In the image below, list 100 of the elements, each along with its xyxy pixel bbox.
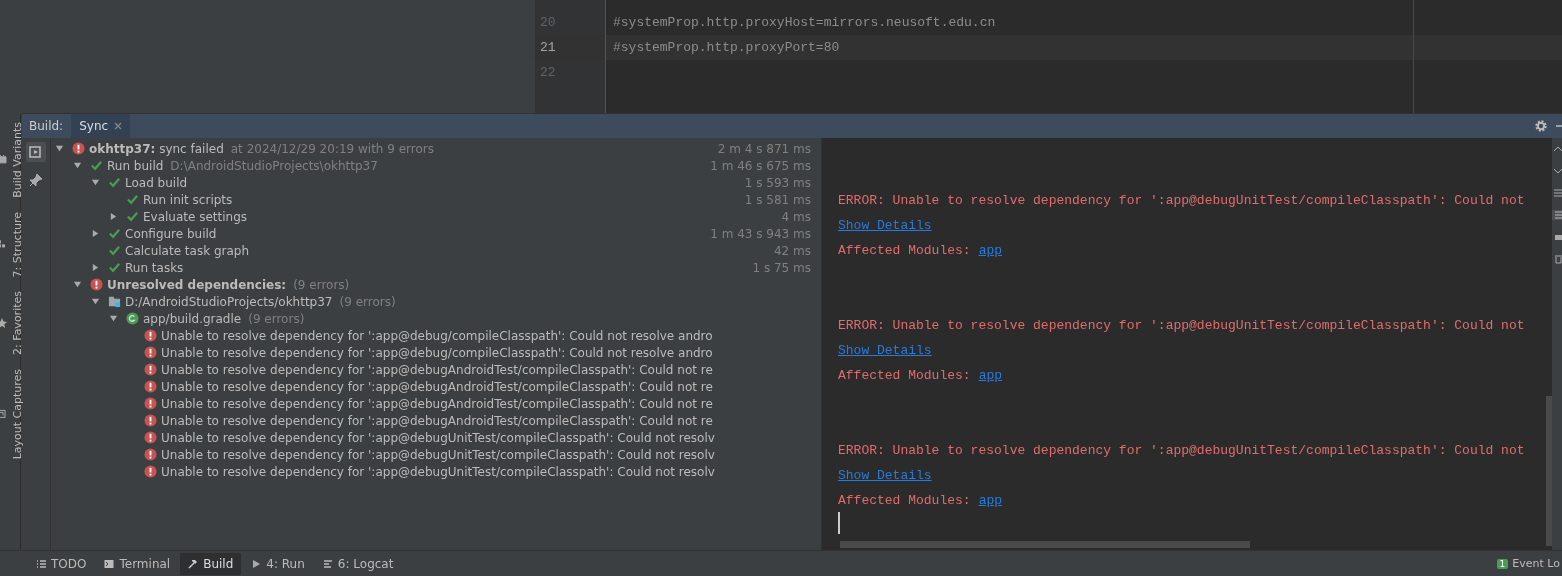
sync-tab[interactable]: Sync [71,114,131,138]
line-number: 21 [540,40,556,55]
duration: 1 m 43 s 943 ms [710,226,811,241]
tree-row[interactable]: Run tasks 1 s 75 ms [51,259,821,276]
tool-window-tab[interactable]: Build [180,552,242,575]
side-tab[interactable]: 7: Structure [0,211,24,278]
side-tab[interactable]: Layout Captures [0,369,24,460]
duration: 1 s 75 ms [752,260,811,275]
tree-row[interactable]: D:/AndroidStudioProjects/okhttp37 (9 errors) [51,293,821,310]
logcat-icon [322,558,333,569]
settings-icon[interactable] [1534,119,1548,133]
node-label: Unresolved dependencies: [107,277,287,292]
check-icon [108,244,121,257]
node-label: Unable to resolve dependency for ':app@debugUnitTest/compileClasspath': Could not resolv [161,464,715,479]
star-icon [0,318,7,329]
module-link[interactable]: app [978,488,1003,513]
error-icon [90,278,103,291]
event-log-button[interactable]: 1 Event Lo [1496,557,1562,570]
expand-arrow-icon[interactable] [109,212,118,221]
tree-row[interactable]: okhttp37: sync failed at 2024/12/29 20:19 with 9 errors 2 m 4 s 871 ms [51,140,821,157]
tree-row[interactable]: Run init scripts 1 s 581 ms [51,191,821,208]
affected-modules-label: Affected Modules: [838,242,971,260]
node-label: Run build [107,158,164,173]
duration: 42 ms [773,243,811,258]
tree-row[interactable]: Run build D:\AndroidStudioProjects\okhttp37 1 m 46 s 675 ms [51,157,821,174]
notification-badge: 1 [1496,558,1509,569]
tool-window-tab[interactable]: TODO [28,552,95,575]
tree-row[interactable]: Unable to resolve dependency for ':app@debugAndroidTest/compileClasspath': Could not re [51,412,821,429]
show-details-link[interactable]: Show Details [838,213,932,238]
tree-row[interactable]: Unresolved dependencies: (9 errors) [51,276,821,293]
collapse-arrow-icon[interactable] [91,178,100,187]
tree-row[interactable]: Load build 1 s 593 ms [51,174,821,191]
panel-title: Build: [28,119,65,133]
captures-icon [0,409,7,420]
tree-row[interactable]: Unable to resolve dependency for ':app@debugAndroidTest/compileClasspath': Could not re [51,361,821,378]
expand-arrow-icon[interactable] [91,263,100,272]
collapse-arrow-icon[interactable] [55,144,64,153]
node-detail: D:\AndroidStudioProjects\okhttp37 [170,158,378,173]
duration: 4 ms [781,209,811,224]
expand-arrow-icon[interactable] [91,229,100,238]
down-icon[interactable] [1552,166,1562,176]
tree-row[interactable]: Unable to resolve dependency for ':app@debug/compileClasspath': Could not resolve andro [51,344,821,361]
node-label: Unable to resolve dependency for ':app@debug/compileClasspath': Could not resolve andro [161,328,713,343]
duration: 1 s 593 ms [744,175,811,190]
node-detail: (9 errors) [339,294,396,309]
horizontal-scrollbar[interactable] [840,541,1250,548]
tool-window-tab[interactable]: Terminal [96,552,179,575]
tree-row[interactable]: Configure build 1 m 43 s 943 ms [51,225,821,242]
module-link[interactable]: app [978,363,1003,388]
tree-row[interactable]: Unable to resolve dependency for ':app@debugAndroidTest/compileClasspath': Could not re [51,395,821,412]
vertical-scrollbar[interactable] [1546,396,1552,546]
side-tab[interactable]: Build Variants [0,122,24,198]
error-icon [144,448,157,461]
collapse-arrow-icon[interactable] [109,314,118,323]
error-icon [144,397,157,410]
tree-row[interactable]: Evaluate settings 4 ms [51,208,821,225]
check-icon [108,261,121,274]
minimize-icon[interactable] [1556,123,1562,129]
error-icon [72,142,85,155]
code-line: #systemProp.http.proxyPort=80 [613,40,840,55]
collapse-arrow-icon[interactable] [91,297,100,306]
terminal-icon [104,558,115,569]
node-label: Unable to resolve dependency for ':app@debugAndroidTest/compileClasspath': Could not re [161,379,713,394]
tree-row[interactable]: Unable to resolve dependency for ':app@debugUnitTest/compileClasspath': Could not resolv [51,463,821,480]
node-detail: (9 errors) [293,277,350,292]
node-label: Unable to resolve dependency for ':app@debugUnitTest/compileClasspath': Could not resolv [161,430,715,445]
module-link[interactable]: app [978,238,1003,263]
tree-row[interactable]: Unable to resolve dependency for ':app@debugUnitTest/compileClasspath': Could not resolv [51,446,821,463]
tree-row[interactable]: app/build.gradle (9 errors) [51,310,821,327]
tree-row[interactable]: Unable to resolve dependency for ':app@debugAndroidTest/compileClasspath': Could not re [51,378,821,395]
close-icon[interactable] [114,122,123,130]
tree-row[interactable]: Unable to resolve dependency for ':app@debugUnitTest/compileClasspath': Could not resolv [51,429,821,446]
toggle-view-icon[interactable] [26,142,46,162]
tree-row[interactable]: Calculate task graph 42 ms [51,242,821,259]
node-label: Unable to resolve dependency for ':app@debugUnitTest/compileClasspath': Could not resolv [161,447,715,462]
error-icon [144,465,157,478]
side-tab[interactable]: 2: Favorites [0,291,24,356]
node-label: Configure build [125,226,217,241]
node-label: Evaluate settings [143,209,248,224]
error-icon [144,346,157,359]
duration: 2 m 4 s 871 ms [717,141,811,156]
error-icon [144,329,157,342]
node-detail: (9 errors) [248,311,305,326]
check-icon [126,210,139,223]
tree-row[interactable]: Unable to resolve dependency for ':app@debug/compileClasspath': Could not resolve andro [51,327,821,344]
collapse-arrow-icon[interactable] [73,161,82,170]
folder-icon [108,295,121,308]
show-details-link[interactable]: Show Details [838,338,932,363]
node-label: Calculate task graph [125,243,250,258]
show-details-link[interactable]: Show Details [838,463,932,488]
check-icon [108,227,121,240]
affected-modules-label: Affected Modules: [838,492,971,510]
affected-modules-label: Affected Modules: [838,367,971,385]
tool-window-tab[interactable]: 6: Logcat [314,552,402,575]
error-message: ERROR: Unable to resolve dependency for ':app@debugUnitTest/compileClasspath': Could not [838,317,1526,335]
check-icon [90,159,103,172]
collapse-arrow-icon[interactable] [73,280,82,289]
play-icon [251,558,262,569]
up-icon[interactable] [1552,144,1562,154]
tool-window-tab[interactable]: 4: Run [243,552,313,575]
